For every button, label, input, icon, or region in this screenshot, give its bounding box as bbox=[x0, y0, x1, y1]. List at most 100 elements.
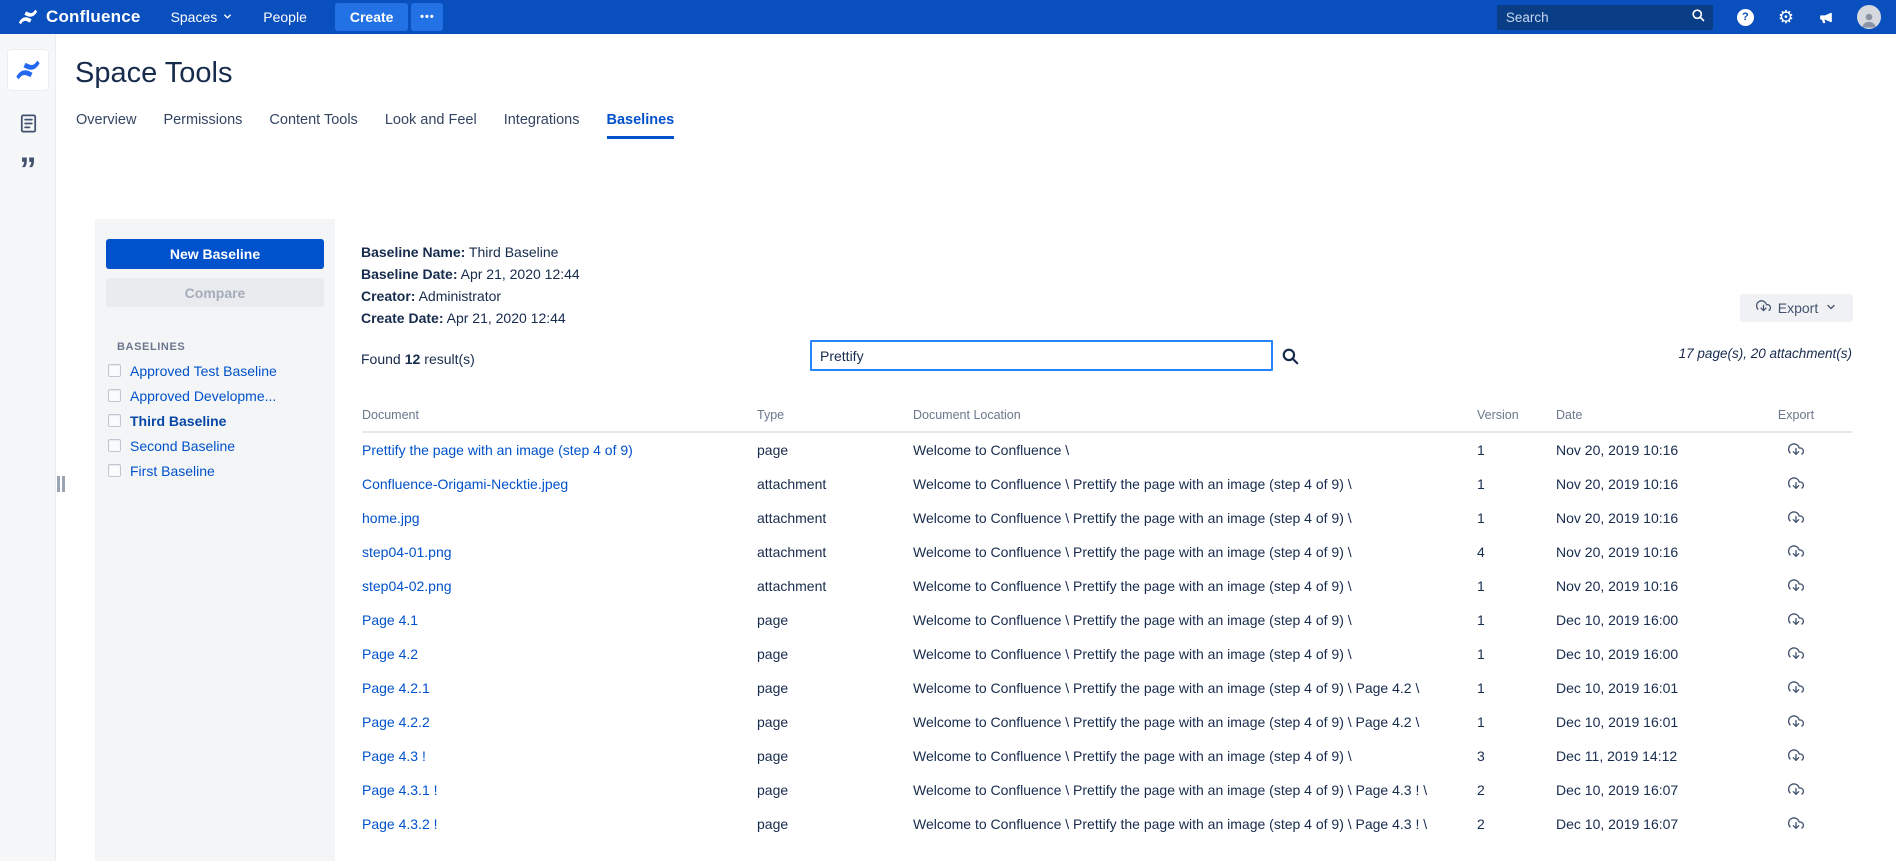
navbar-search-input[interactable] bbox=[1504, 9, 1691, 26]
export-icon[interactable] bbox=[1788, 510, 1804, 526]
top-navbar: Confluence Spaces People Create ••• ? ⚙ bbox=[0, 0, 1896, 34]
megaphone-icon[interactable] bbox=[1818, 9, 1835, 26]
baseline-link[interactable]: Second Baseline bbox=[130, 438, 235, 454]
document-location: Welcome to Confluence \ Prettify the pag… bbox=[913, 612, 1477, 628]
column-header-export: Export bbox=[1740, 408, 1852, 422]
baseline-checkbox[interactable] bbox=[108, 464, 121, 477]
baseline-checkbox[interactable] bbox=[108, 439, 121, 452]
export-icon[interactable] bbox=[1788, 782, 1804, 798]
confluence-logo-icon bbox=[17, 6, 39, 28]
document-type: page bbox=[757, 646, 913, 662]
document-link[interactable]: Confluence-Origami-Necktie.jpeg bbox=[362, 476, 757, 492]
detail-value: Apr 21, 2020 12:44 bbox=[443, 310, 565, 326]
document-link[interactable]: Page 4.2.2 bbox=[362, 714, 757, 730]
export-icon[interactable] bbox=[1788, 714, 1804, 730]
pages-icon[interactable] bbox=[0, 112, 56, 135]
nav-item-people[interactable]: People bbox=[263, 9, 307, 25]
tab-label: Overview bbox=[76, 112, 136, 128]
navbar-search[interactable] bbox=[1497, 5, 1713, 30]
column-header-location: Document Location bbox=[913, 408, 1477, 422]
baseline-checkbox[interactable] bbox=[108, 364, 121, 377]
export-icon[interactable] bbox=[1788, 578, 1804, 594]
filter-search-icon[interactable] bbox=[1281, 347, 1300, 369]
new-baseline-button[interactable]: New Baseline bbox=[106, 239, 324, 269]
baseline-checkbox[interactable] bbox=[108, 389, 121, 402]
row-export-cell bbox=[1740, 476, 1852, 492]
document-type: attachment bbox=[757, 544, 913, 560]
tab-label: Baselines bbox=[607, 112, 675, 128]
detail-line: Create Date: Apr 21, 2020 12:44 bbox=[361, 307, 580, 329]
row-export-cell bbox=[1740, 510, 1852, 526]
table-row: Page 4.2 page Welcome to Confluence \ Pr… bbox=[362, 637, 1852, 671]
document-version: 1 bbox=[1477, 442, 1556, 458]
baseline-list-item: Third Baseline bbox=[95, 408, 335, 433]
table-row: Page 4.1 page Welcome to Confluence \ Pr… bbox=[362, 603, 1852, 637]
document-version: 1 bbox=[1477, 578, 1556, 594]
confluence-brand[interactable]: Confluence bbox=[17, 6, 141, 28]
tab-label: Content Tools bbox=[269, 112, 357, 128]
export-icon[interactable] bbox=[1788, 612, 1804, 628]
export-icon[interactable] bbox=[1788, 680, 1804, 696]
document-date: Dec 10, 2019 16:07 bbox=[1556, 816, 1740, 832]
tab-integrations[interactable]: Integrations bbox=[504, 112, 580, 139]
document-link[interactable]: Page 4.1 bbox=[362, 612, 757, 628]
filter-input[interactable] bbox=[810, 340, 1273, 371]
space-logo-icon[interactable] bbox=[8, 50, 48, 90]
baseline-list-item: Second Baseline bbox=[95, 433, 335, 458]
document-link[interactable]: Prettify the page with an image (step 4 … bbox=[362, 442, 757, 458]
more-button[interactable]: ••• bbox=[411, 3, 443, 31]
document-location: Welcome to Confluence \ Prettify the pag… bbox=[913, 816, 1477, 832]
export-icon[interactable] bbox=[1788, 646, 1804, 662]
table-row: home.jpg attachment Welcome to Confluenc… bbox=[362, 501, 1852, 535]
document-type: page bbox=[757, 714, 913, 730]
sidebar-resize-handle[interactable] bbox=[57, 476, 65, 492]
nav-item-spaces[interactable]: Spaces bbox=[171, 9, 234, 25]
document-link[interactable]: step04-02.png bbox=[362, 578, 757, 594]
quote-icon[interactable]: ” bbox=[0, 160, 56, 180]
baseline-link[interactable]: Approved Test Baseline bbox=[130, 363, 277, 379]
export-icon[interactable] bbox=[1788, 816, 1804, 832]
tab-overview[interactable]: Overview bbox=[76, 112, 136, 139]
document-link[interactable]: step04-01.png bbox=[362, 544, 757, 560]
export-icon[interactable] bbox=[1788, 748, 1804, 764]
baseline-details: Baseline Name: Third BaselineBaseline Da… bbox=[361, 241, 580, 329]
help-icon[interactable]: ? bbox=[1737, 9, 1754, 26]
search-icon[interactable] bbox=[1691, 8, 1706, 26]
export-icon[interactable] bbox=[1788, 476, 1804, 492]
gear-icon[interactable]: ⚙ bbox=[1778, 8, 1794, 26]
document-location: Welcome to Confluence \ Prettify the pag… bbox=[913, 680, 1477, 696]
document-date: Nov 20, 2019 10:16 bbox=[1556, 544, 1740, 560]
baseline-list-item: Approved Test Baseline bbox=[95, 358, 335, 383]
document-link[interactable]: home.jpg bbox=[362, 510, 757, 526]
document-location: Welcome to Confluence \ Prettify the pag… bbox=[913, 748, 1477, 764]
document-link[interactable]: Page 4.3.1 ! bbox=[362, 782, 757, 798]
baseline-link[interactable]: First Baseline bbox=[130, 463, 215, 479]
export-icon[interactable] bbox=[1788, 544, 1804, 560]
document-link[interactable]: Page 4.3.2 ! bbox=[362, 816, 757, 832]
baseline-link[interactable]: Approved Developme... bbox=[130, 388, 276, 404]
row-export-cell bbox=[1740, 442, 1852, 458]
create-button[interactable]: Create bbox=[335, 3, 409, 31]
baseline-link[interactable]: Third Baseline bbox=[130, 413, 226, 429]
document-date: Dec 10, 2019 16:00 bbox=[1556, 646, 1740, 662]
export-icon[interactable] bbox=[1788, 442, 1804, 458]
column-header-document: Document bbox=[362, 408, 757, 422]
export-button[interactable]: Export bbox=[1740, 294, 1853, 322]
document-link[interactable]: Page 4.2 bbox=[362, 646, 757, 662]
avatar[interactable] bbox=[1857, 5, 1881, 29]
tab-look-and-feel[interactable]: Look and Feel bbox=[385, 112, 477, 139]
table-row: Page 4.2.2 page Welcome to Confluence \ … bbox=[362, 705, 1852, 739]
detail-line: Baseline Name: Third Baseline bbox=[361, 241, 580, 263]
compare-button: Compare bbox=[106, 278, 324, 307]
document-version: 1 bbox=[1477, 612, 1556, 628]
baseline-checkbox[interactable] bbox=[108, 414, 121, 427]
document-link[interactable]: Page 4.2.1 bbox=[362, 680, 757, 696]
document-version: 1 bbox=[1477, 510, 1556, 526]
tab-permissions[interactable]: Permissions bbox=[163, 112, 242, 139]
document-location: Welcome to Confluence \ Prettify the pag… bbox=[913, 782, 1477, 798]
document-link[interactable]: Page 4.3 ! bbox=[362, 748, 757, 764]
document-version: 4 bbox=[1477, 544, 1556, 560]
tab-baselines[interactable]: Baselines bbox=[607, 112, 675, 139]
tab-content-tools[interactable]: Content Tools bbox=[269, 112, 357, 139]
page-attachment-summary: 17 page(s), 20 attachment(s) bbox=[1679, 346, 1852, 361]
